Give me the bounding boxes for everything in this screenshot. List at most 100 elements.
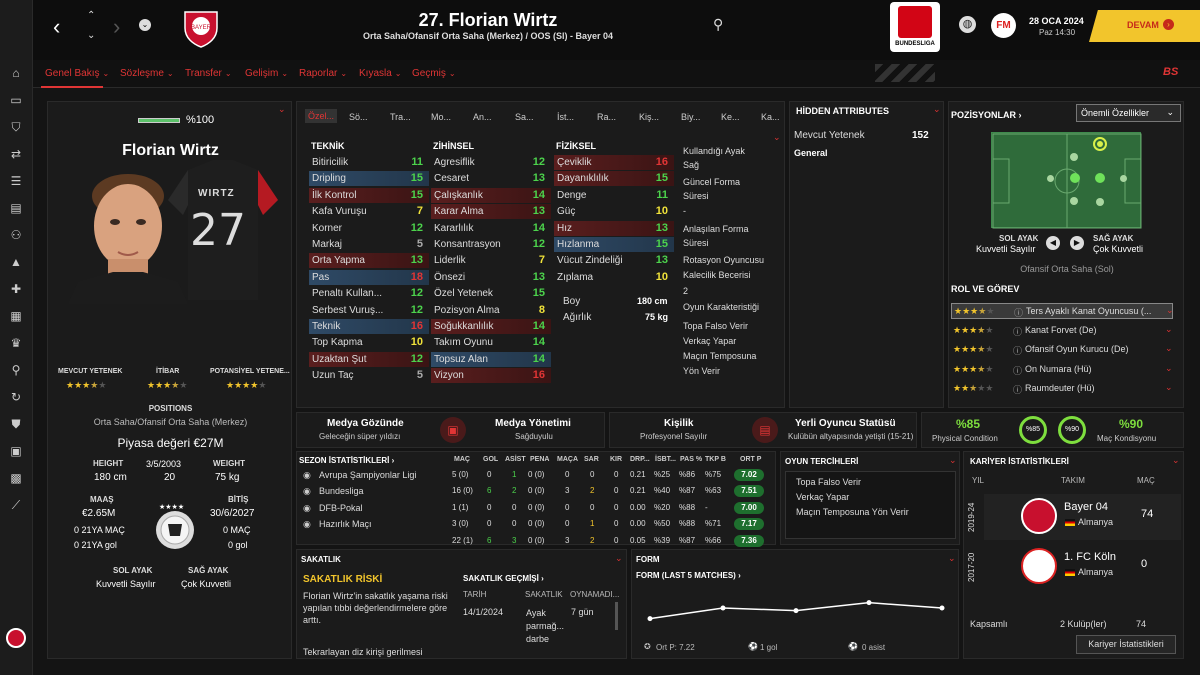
club-logo[interactable]: BAYER <box>181 8 221 48</box>
injury-scrollbar[interactable] <box>615 602 618 630</box>
role-chevron-icon[interactable]: ⌄ <box>1165 382 1173 393</box>
hidden-menu-icon[interactable]: ⌄ <box>933 104 941 115</box>
injury-menu-icon[interactable]: ⌄ <box>615 553 623 564</box>
continue-button[interactable]: DEVAM › <box>1089 10 1200 42</box>
career-team[interactable]: 1. FC Köln <box>1064 551 1116 563</box>
trophy-icon[interactable]: ♛ <box>8 336 24 350</box>
role-row[interactable]: ★★★★★ ⓘ Raumdeuter (Hü) ⌄ <box>951 381 1173 397</box>
season-cell: 0 <box>487 502 492 512</box>
form-point[interactable] <box>647 616 653 622</box>
form-point[interactable] <box>793 608 799 614</box>
role-name: Raumdeuter (Hü) <box>1025 383 1095 393</box>
pos-right-foot-value: Çok Kuvvetli <box>1093 244 1144 254</box>
attr-tab-5[interactable]: Sa... <box>515 112 534 122</box>
competition-name[interactable]: DFB-Pokal <box>319 503 363 513</box>
up-arrow-icon[interactable]: ⌃ <box>87 10 95 21</box>
nav-tab-6[interactable]: Geçmiş ⌄ <box>412 68 456 79</box>
info-icon[interactable]: ⓘ <box>1013 325 1022 338</box>
form-subtitle[interactable]: FORM (LAST 5 MATCHES) › <box>636 571 741 580</box>
inbox-icon[interactable]: ▭ <box>8 93 24 107</box>
nav-tab-0[interactable]: Genel Bakış ⌄ <box>45 68 109 79</box>
season-cell: 0 (0) <box>528 535 545 545</box>
attr-tab-4[interactable]: An... <box>473 112 492 122</box>
role-chevron-icon[interactable]: ⌄ <box>1166 305 1174 316</box>
attr-tab-3[interactable]: Mo... <box>431 112 451 122</box>
league-logo[interactable]: BUNDESLIGA <box>890 2 940 52</box>
attr-tab-2[interactable]: Tra... <box>390 112 411 122</box>
attributes-menu-icon[interactable]: ⌄ <box>773 132 781 143</box>
tactics-icon[interactable]: ☰ <box>8 174 24 188</box>
role-chevron-icon[interactable]: ⌄ <box>1165 324 1173 335</box>
training-icon[interactable]: ▲ <box>8 255 24 269</box>
role-chevron-icon[interactable]: ⌄ <box>1165 343 1173 354</box>
important-attributes-dropdown[interactable]: Önemli Özellikler ⌄ <box>1076 104 1181 122</box>
shield-icon[interactable]: ⛊ <box>8 417 24 431</box>
menu-chevron-icon[interactable]: ⌄ <box>139 19 151 31</box>
career-team[interactable]: Bayer 04 <box>1064 501 1108 513</box>
nav-tab-5[interactable]: Kıyasla ⌄ <box>359 68 402 79</box>
home-icon[interactable]: ⌂ <box>8 66 24 80</box>
role-row[interactable]: ★★★★★ ⓘ Kanat Forvet (De) ⌄ <box>951 323 1173 339</box>
career-menu-icon[interactable]: ⌄ <box>1172 455 1180 466</box>
forward-button[interactable]: › <box>113 14 120 40</box>
role-row[interactable]: ★★★★★ ⓘ On Numara (Hü) ⌄ <box>951 362 1173 378</box>
sidebar-club-logo[interactable] <box>6 628 26 648</box>
form-point[interactable] <box>866 600 872 606</box>
search-icon[interactable]: ⚲ <box>713 16 723 33</box>
competition-name[interactable]: Bundesliga <box>319 486 364 496</box>
globe-icon[interactable]: ◍ <box>959 16 976 33</box>
back-button[interactable]: ‹ <box>53 14 60 40</box>
calendar-icon[interactable]: ▦ <box>8 309 24 323</box>
injury-history-title[interactable]: SAKATLIK GEÇMİŞİ › <box>463 574 544 583</box>
positions-title[interactable]: POZİSYONLAR › <box>951 110 1022 120</box>
career-stats-button[interactable]: Kariyer İstatistikleri <box>1076 635 1176 654</box>
clipboard-icon[interactable]: ▤ <box>8 201 24 215</box>
chart-icon[interactable]: ⟋ <box>8 498 24 512</box>
attr-tab-8[interactable]: Kiş... <box>639 112 659 122</box>
attr-tab-10[interactable]: Biy... <box>681 112 700 122</box>
season-title[interactable]: SEZON İSTATİSTİKLERİ › <box>299 456 394 465</box>
nav-tab-3[interactable]: Gelişim ⌄ <box>245 68 288 79</box>
refresh-icon[interactable]: ↻ <box>8 390 24 404</box>
attr-tab-12[interactable]: Ka... <box>761 112 780 122</box>
role-row[interactable]: ★★★★★ ⓘ Ters Ayaklı Kanat Oyuncusu (... ⌄ <box>951 303 1174 319</box>
attr-tab-1[interactable]: Sö... <box>349 112 368 122</box>
attr-tab-6[interactable]: İst... <box>557 112 574 122</box>
form-menu-icon[interactable]: ⌄ <box>948 553 956 564</box>
transfer-icon[interactable]: ⇄ <box>8 147 24 161</box>
fm-logo[interactable]: FM <box>991 13 1016 38</box>
preferences-menu-icon[interactable]: ⌄ <box>949 455 957 466</box>
attr-tab-11[interactable]: Ke... <box>721 112 740 122</box>
attr-tab-0[interactable]: Özel... <box>305 109 338 123</box>
attr-value: 5 <box>416 238 423 250</box>
info-icon[interactable]: ⓘ <box>1013 364 1022 377</box>
info-icon[interactable]: ⓘ <box>1013 344 1022 357</box>
season-cell: 0.00 <box>630 502 646 512</box>
form-point[interactable] <box>720 605 726 611</box>
role-row[interactable]: ★★★★★ ⓘ Ofansif Oyun Kurucu (De) ⌄ <box>951 342 1173 358</box>
role-chevron-icon[interactable]: ⌄ <box>1165 363 1173 374</box>
info-icon[interactable]: ⓘ <box>1014 306 1023 319</box>
weight-value: 75 kg <box>215 472 240 483</box>
attr-row: İlk Kontrol 15 <box>309 187 429 203</box>
nav-tab-4[interactable]: Raporlar ⌄ <box>299 68 347 79</box>
attr-tab-7[interactable]: Ra... <box>597 112 616 122</box>
people-icon[interactable]: ⚇ <box>8 228 24 242</box>
attr-row: Çalışkanlık 14 <box>431 187 551 203</box>
search-icon[interactable]: ⚲ <box>8 363 24 377</box>
shirt-icon[interactable]: ⛉ <box>8 120 24 134</box>
competition-name[interactable]: Hazırlık Maçı <box>319 519 372 529</box>
attr-row: Vücut Zindeliği 13 <box>554 253 674 268</box>
profile-menu-icon[interactable]: ⌄ <box>278 104 286 115</box>
money-icon[interactable]: ▩ <box>8 471 24 485</box>
form-avg-icon: ✪ <box>644 642 651 651</box>
briefcase-icon[interactable]: ▣ <box>8 444 24 458</box>
form-point[interactable] <box>939 605 945 611</box>
down-arrow-icon[interactable]: ⌄ <box>87 30 95 41</box>
star-icon: ★ <box>961 344 970 354</box>
nav-tab-1[interactable]: Sözleşme ⌄ <box>120 68 174 79</box>
competition-name[interactable]: Avrupa Şampiyonlar Ligi <box>319 470 416 480</box>
nav-tab-2[interactable]: Transfer ⌄ <box>185 68 232 79</box>
medical-icon[interactable]: ✚ <box>8 282 24 296</box>
info-icon[interactable]: ⓘ <box>1013 383 1022 396</box>
